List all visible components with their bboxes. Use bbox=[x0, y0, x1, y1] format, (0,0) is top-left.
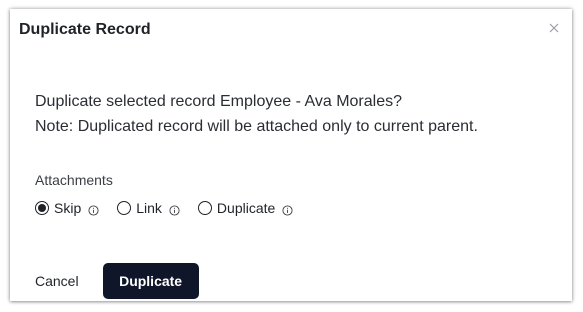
link-label: Link bbox=[136, 200, 162, 216]
cancel-button[interactable]: Cancel bbox=[35, 273, 79, 289]
radio-selected-dot bbox=[38, 204, 46, 212]
message-line-1: Duplicate selected record Employee - Ava… bbox=[35, 93, 402, 110]
option-duplicate[interactable]: Duplicate bbox=[197, 200, 293, 216]
attachments-radio-group: Skip Link Duplicate bbox=[35, 198, 311, 218]
duplicate-record-dialog: Duplicate Record Duplicate selected reco… bbox=[10, 9, 572, 301]
duplicate-button[interactable]: Duplicate bbox=[102, 263, 199, 299]
skip-radio[interactable] bbox=[35, 201, 49, 215]
duplicate-radio[interactable] bbox=[197, 201, 212, 215]
duplicate-label: Duplicate bbox=[216, 200, 276, 216]
dialog-message: Duplicate selected record Employee - Ava… bbox=[35, 89, 478, 139]
info-icon[interactable] bbox=[88, 203, 99, 216]
info-icon[interactable] bbox=[282, 203, 293, 216]
dialog-title: Duplicate Record bbox=[19, 21, 151, 38]
option-link[interactable]: Link bbox=[117, 200, 180, 216]
attachments-label: Attachments bbox=[35, 172, 113, 188]
link-radio[interactable] bbox=[117, 201, 132, 215]
info-icon[interactable] bbox=[169, 203, 180, 216]
option-skip[interactable]: Skip bbox=[35, 200, 99, 216]
close-icon[interactable] bbox=[546, 20, 562, 36]
skip-label: Skip bbox=[54, 200, 82, 216]
dialog-footer: Cancel Duplicate bbox=[35, 263, 199, 299]
message-line-2: Note: Duplicated record will be attached… bbox=[35, 118, 478, 135]
